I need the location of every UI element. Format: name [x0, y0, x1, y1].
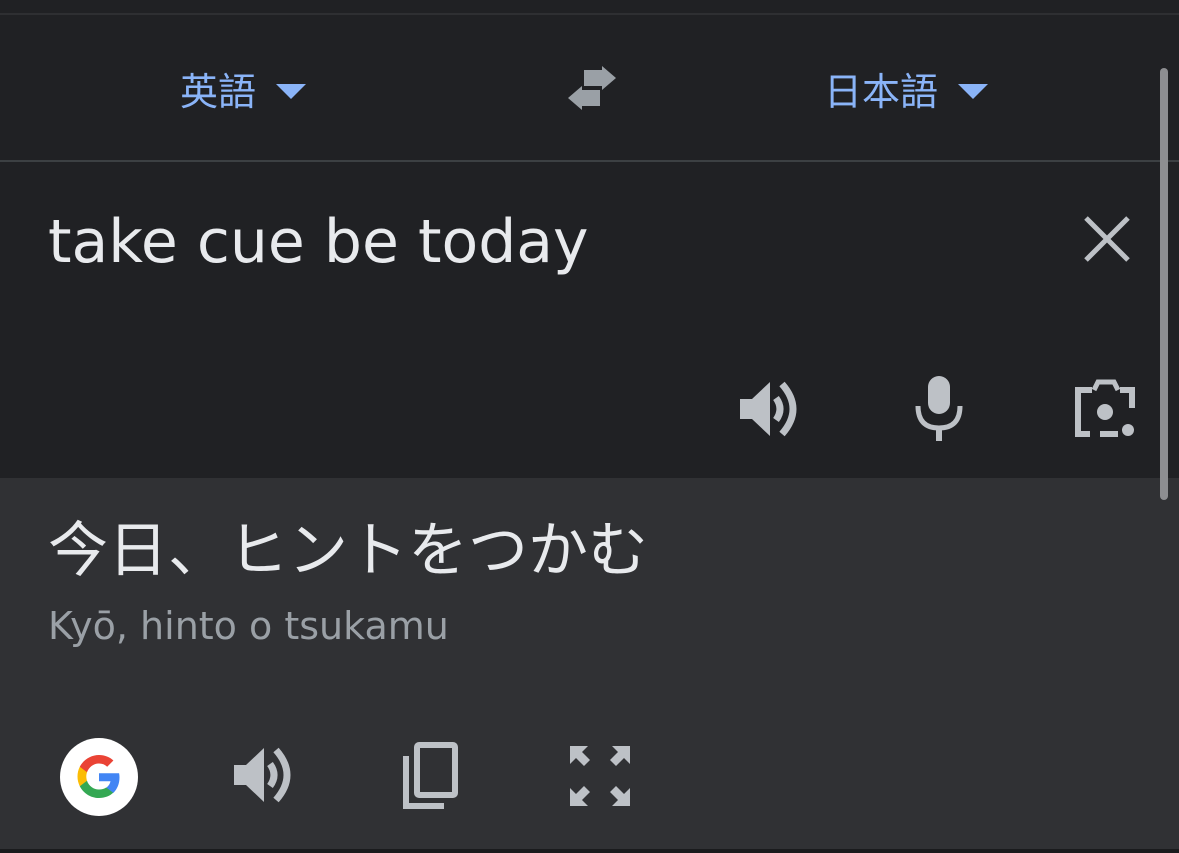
translate-app: 英語 日本語 take cue be today 今日、ヒントをつかむ Kyō,… [0, 0, 1179, 853]
language-bar: 英語 日本語 [0, 16, 1179, 160]
listen-translation-button[interactable] [232, 744, 298, 806]
source-language-button[interactable]: 英語 [180, 16, 307, 160]
output-panel: 今日、ヒントをつかむ Kyō, hinto o tsukamu [0, 478, 1179, 853]
romanization-text: Kyō, hinto o tsukamu [48, 604, 449, 648]
listen-source-button[interactable] [738, 378, 804, 440]
source-text-input[interactable]: take cue be today [48, 210, 589, 274]
camera-lens-icon [1075, 379, 1135, 437]
close-icon [1084, 216, 1130, 262]
translation-text: 今日、ヒントをつかむ [48, 516, 648, 586]
voice-input-button[interactable] [912, 374, 966, 442]
chevron-down-icon [276, 83, 307, 99]
target-language-label: 日本語 [824, 69, 939, 114]
microphone-icon [915, 376, 963, 441]
google-logo-icon [77, 755, 120, 798]
top-divider [0, 13, 1179, 15]
fullscreen-button[interactable] [568, 744, 632, 808]
input-panel: take cue be today [0, 162, 1179, 478]
scrollbar[interactable] [1160, 68, 1168, 500]
chevron-down-icon [958, 83, 989, 99]
fullscreen-icon [570, 746, 630, 806]
clear-input-button[interactable] [1080, 212, 1134, 266]
target-language-button[interactable]: 日本語 [824, 16, 989, 160]
copy-translation-button[interactable] [400, 742, 460, 810]
copy-icon [403, 742, 458, 809]
swap-arrows-icon [568, 66, 616, 110]
camera-translate-button[interactable] [1074, 378, 1138, 440]
swap-languages-button[interactable] [560, 64, 624, 112]
speaker-icon [740, 381, 797, 437]
source-language-label: 英語 [180, 69, 257, 114]
bottom-edge [0, 849, 1179, 853]
google-search-button[interactable] [60, 738, 138, 816]
speaker-icon [234, 747, 291, 803]
